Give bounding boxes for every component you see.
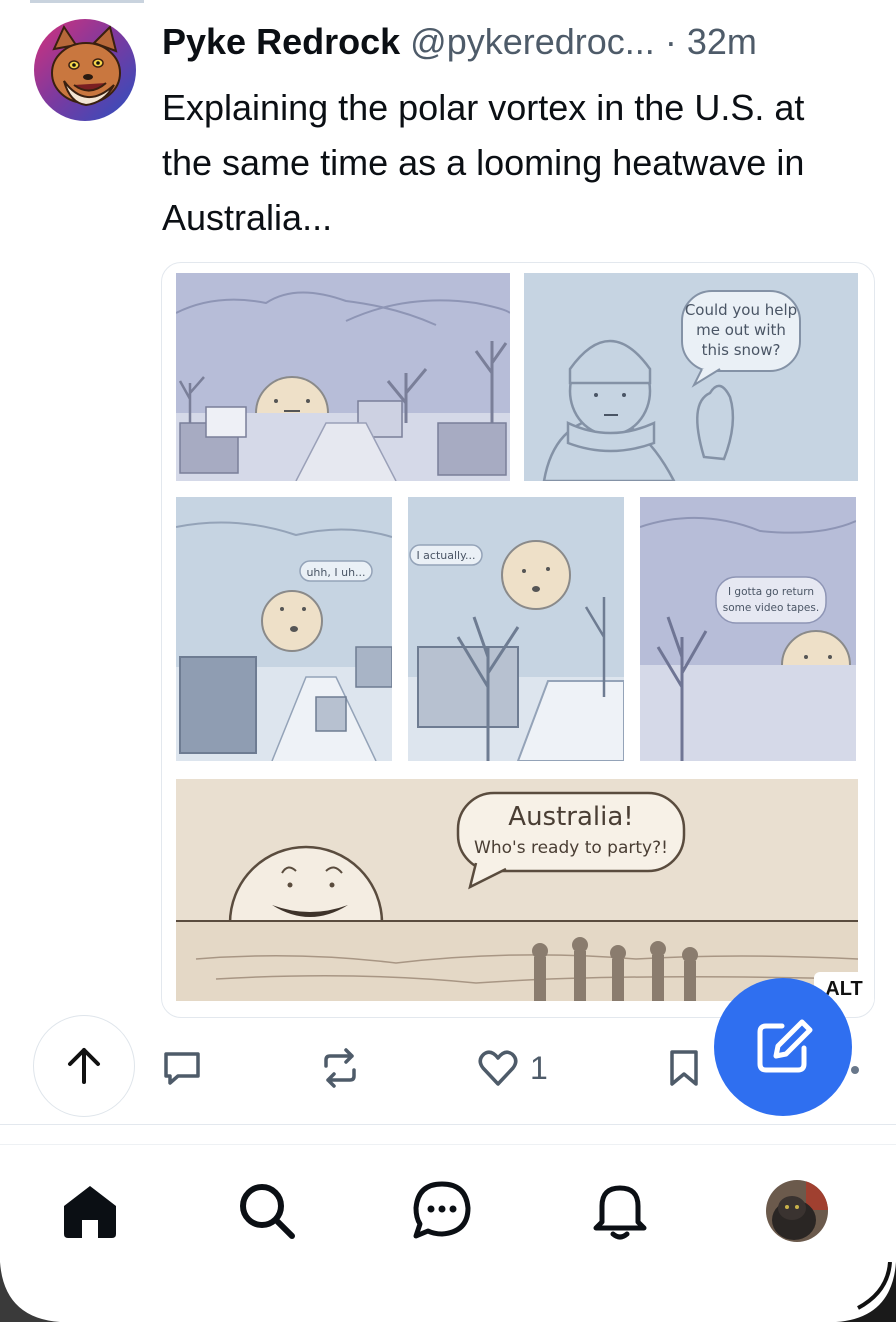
comic-panel-3: uhh, I uh... — [176, 497, 392, 761]
top-divider — [30, 0, 144, 3]
arrow-up-icon — [68, 1048, 100, 1084]
post-image[interactable]: Could you help me out with this snow? uh… — [161, 262, 875, 1018]
bell-icon — [593, 1185, 647, 1240]
compose-button[interactable] — [714, 978, 852, 1116]
panel-2-bubble-line-1: Could you help — [685, 301, 797, 319]
tab-profile[interactable] — [766, 1180, 828, 1242]
post-header: Pyke Redrock @pykeredroc... · 32m — [162, 18, 757, 66]
panel-5-bubble-line-2: some video tapes. — [723, 602, 819, 614]
comic-panel-2: Could you help me out with this snow? — [524, 273, 858, 481]
actions-divider — [0, 1124, 896, 1125]
device-corner — [0, 1262, 896, 1322]
profile-avatar-icon — [766, 1180, 828, 1242]
search-icon — [240, 1184, 295, 1239]
post-time[interactable]: 32m — [687, 21, 757, 62]
repost-button[interactable] — [318, 1046, 362, 1090]
reply-button[interactable] — [160, 1046, 204, 1090]
fox-avatar-icon — [34, 19, 136, 121]
reply-icon — [164, 1052, 200, 1085]
panel-4-bubble: I actually... — [416, 549, 475, 562]
panel-6-bubble-sub: Who's ready to party?! — [474, 838, 668, 858]
like-button[interactable] — [476, 1046, 520, 1090]
more-options-icon[interactable] — [851, 1066, 859, 1074]
chat-icon — [413, 1181, 471, 1239]
comic-panel-1 — [176, 273, 510, 481]
tabbar-divider — [0, 1144, 896, 1145]
heart-icon — [478, 1050, 518, 1086]
panel-5-bubble-line-1: I gotta go return — [728, 586, 814, 598]
tab-home[interactable] — [58, 1178, 122, 1242]
bookmark-icon — [670, 1050, 698, 1086]
panel-2-bubble-line-2: me out with — [696, 321, 786, 339]
panel-3-bubble: uhh, I uh... — [306, 566, 365, 579]
author-handle[interactable]: @pykeredroc... — [410, 21, 655, 62]
compose-icon — [757, 1019, 813, 1073]
header-separator: · — [664, 21, 677, 62]
author-name[interactable]: Pyke Redrock — [162, 21, 400, 62]
comic-panel-5: I gotta go return some video tapes. — [640, 497, 856, 761]
tab-search[interactable] — [234, 1178, 298, 1242]
comic-panel-6: Australia! Who's ready to party?! — [176, 779, 858, 1001]
panel-6-bubble-title: Australia! — [508, 802, 633, 832]
scroll-to-top-button[interactable] — [33, 1015, 135, 1117]
post-text: Explaining the polar vortex in the U.S. … — [162, 87, 805, 238]
repost-icon — [324, 1048, 356, 1088]
author-avatar[interactable] — [34, 19, 136, 121]
tab-chat[interactable] — [410, 1178, 474, 1242]
like-count: 1 — [530, 1050, 548, 1086]
home-icon — [64, 1186, 116, 1238]
tab-notifications[interactable] — [588, 1178, 652, 1242]
comic-panel-4: I actually... — [408, 497, 624, 761]
panel-2-bubble-line-3: this snow? — [702, 341, 781, 359]
bookmark-button[interactable] — [662, 1046, 706, 1090]
